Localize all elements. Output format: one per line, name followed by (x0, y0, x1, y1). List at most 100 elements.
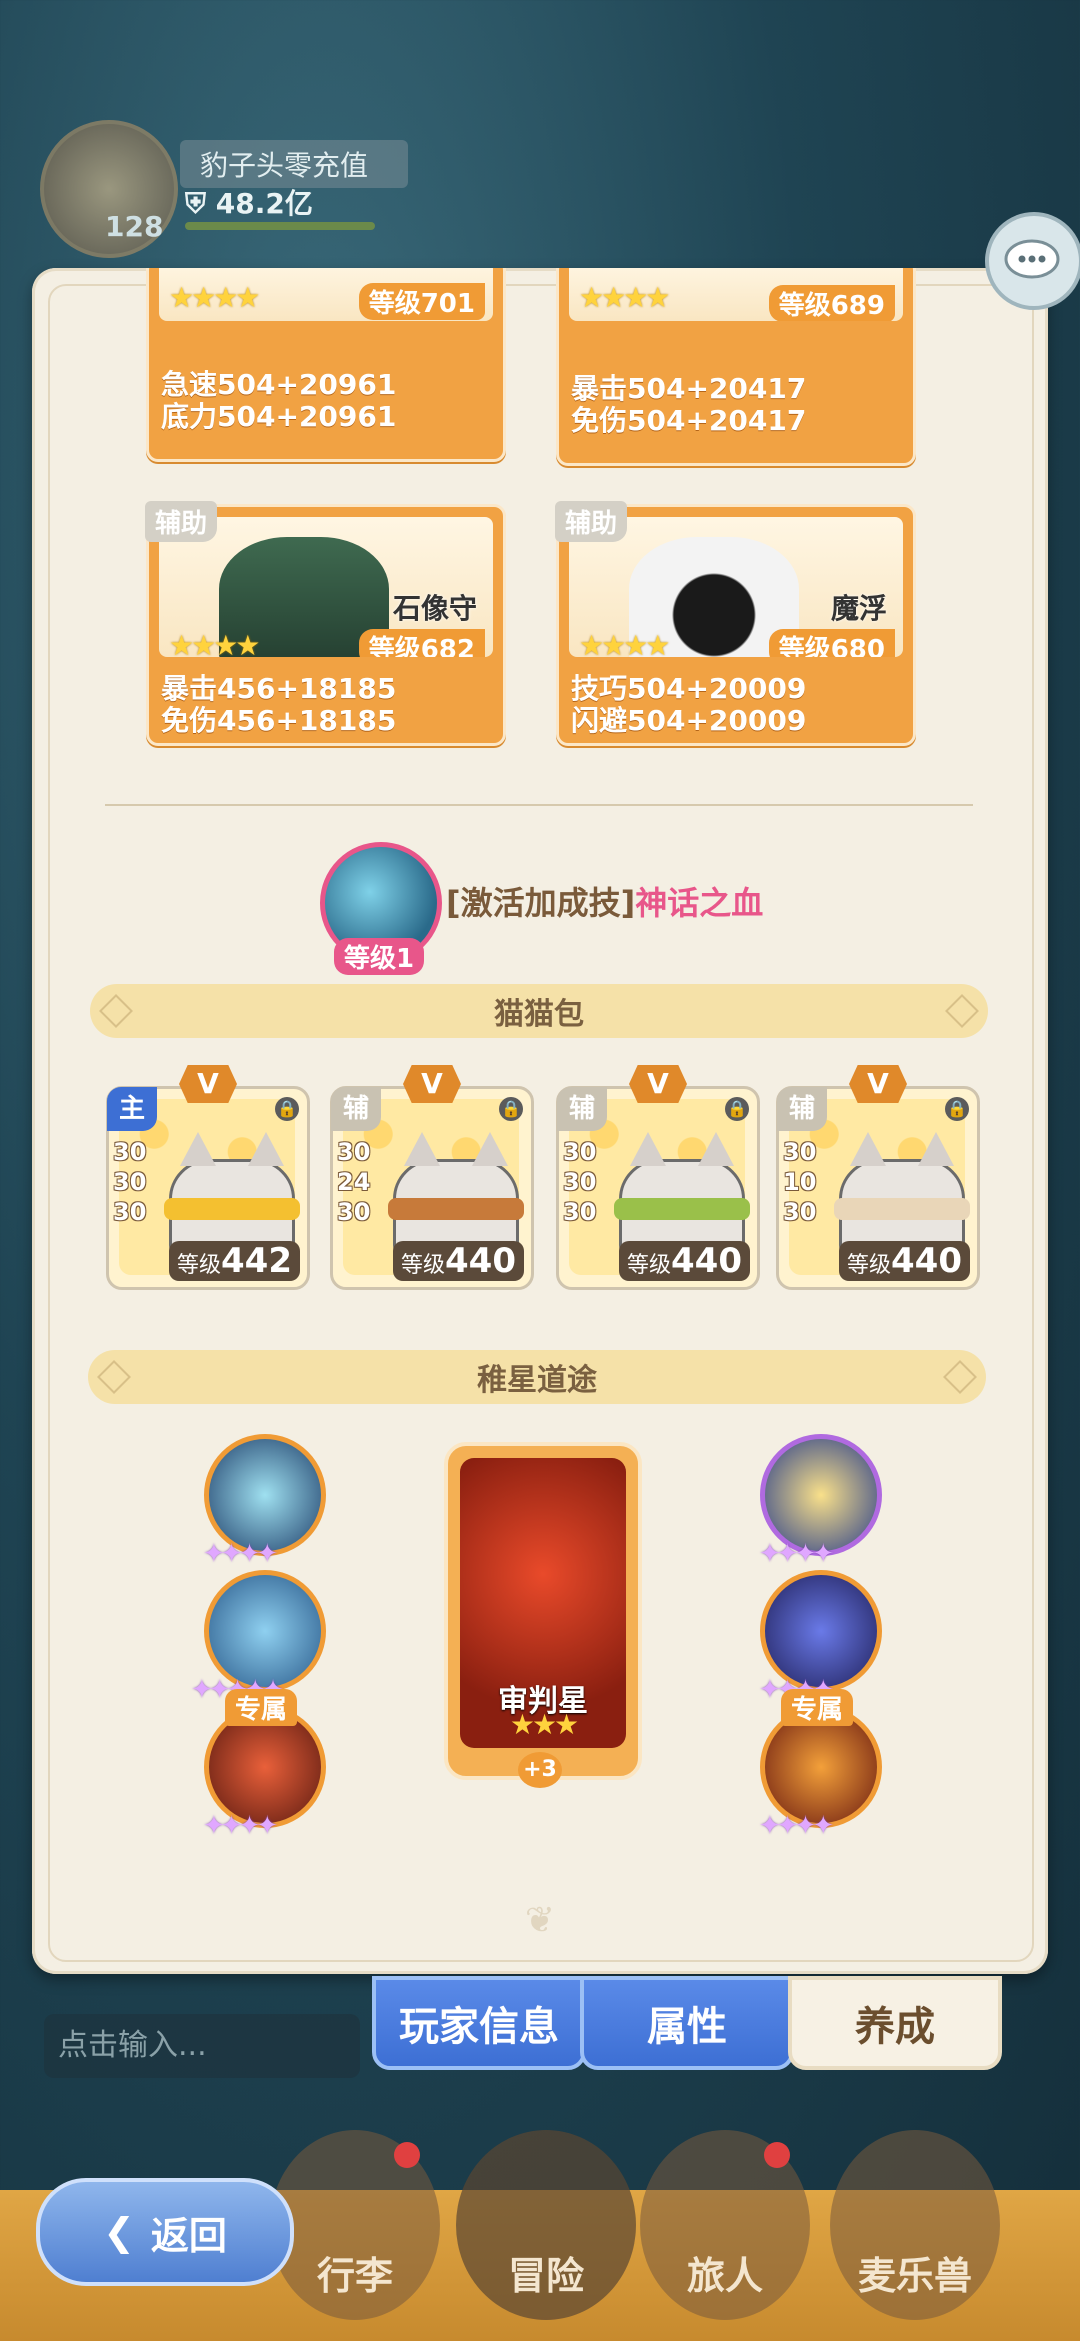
star-path-title: 稚星道途 (477, 1363, 597, 1398)
star-orb-right-1[interactable]: ✦✦✦✦ (759, 1434, 882, 1569)
cat-bag-2[interactable]: 辅 V 🔒 30 24 30 等级440 (330, 1065, 534, 1290)
nav-label: 旅人 (686, 2254, 763, 2298)
bag-level-value: 442 (221, 1241, 292, 1281)
bag-level-prefix: 等级 (847, 1253, 892, 1278)
tab-attributes[interactable]: 属性 (580, 1976, 794, 2070)
nav-merebeast[interactable]: 麦乐兽 (830, 2130, 1000, 2320)
cat-bag-header: 猫猫包 (90, 984, 988, 1038)
bag-number: 24 (337, 1168, 371, 1196)
partner-stat-2: 底力504+20961 (161, 400, 397, 433)
nav-luggage[interactable]: 行李 (270, 2130, 440, 2320)
orb-stars: ✦✦✦✦ (759, 1811, 834, 1841)
lock-icon[interactable]: 🔒 (725, 1097, 749, 1121)
bag-number: 30 (337, 1198, 371, 1226)
partner-name: 石像守 (392, 592, 477, 625)
exclusive-badge: 专属 (225, 1689, 298, 1726)
partner-level: 等级680 (768, 629, 895, 657)
bonus-skill-level: 等级1 (334, 938, 425, 975)
player-profile: 128 豹子头零充值 ⛨ 48.2亿 (20, 110, 420, 260)
exclusive-badge: 专属 (781, 1689, 854, 1726)
bag-role-tag: 辅 (331, 1087, 381, 1131)
cat-bag-3[interactable]: 辅 V 🔒 30 30 30 等级440 (556, 1065, 760, 1290)
diamond-icon (97, 1360, 131, 1394)
bag-level: 等级442 (169, 1241, 300, 1281)
bag-number: 30 (563, 1138, 597, 1166)
power-value: 48.2亿 (215, 187, 313, 220)
star-orb-left-1[interactable]: ✦✦✦✦ (203, 1434, 326, 1569)
bag-numbers: 30 30 30 (113, 1137, 146, 1227)
nav-adventure[interactable]: 冒险 (456, 2130, 636, 2320)
bag-number: 30 (783, 1138, 817, 1166)
chat-bubble-icon[interactable] (985, 212, 1080, 310)
judgement-star-card[interactable]: 审判星 ★★★ (444, 1442, 642, 1780)
bag-v-badge: V (629, 1065, 687, 1103)
bag-numbers: 30 30 30 (563, 1137, 596, 1227)
star-path-header: 稚星道途 (88, 1350, 986, 1404)
nav-label: 冒险 (507, 2254, 584, 2298)
notification-dot-icon (764, 2142, 790, 2168)
partner-stat-2: 免伤456+18185 (161, 704, 397, 737)
partner-card-1[interactable]: ★★★★ 等级701 急速504+20961 底力504+20961 (146, 268, 506, 462)
bag-v-badge: V (403, 1065, 461, 1103)
judgement-star-stars: ★★★ (509, 1708, 579, 1741)
star-orb-right-2[interactable]: ✦✦✦✦ (759, 1570, 882, 1705)
bag-level-value: 440 (445, 1241, 516, 1281)
bag-level: 等级440 (839, 1241, 970, 1281)
nav-traveler[interactable]: 旅人 (640, 2130, 810, 2320)
partner-portrait: ★★★★ 等级689 (569, 268, 903, 321)
diamond-icon (945, 994, 979, 1028)
bag-number: 30 (783, 1198, 817, 1226)
partner-stars: ★★★★ (579, 629, 670, 657)
orb-stars: ✦✦✦✦ (203, 1539, 278, 1569)
nurture-panel[interactable]: ★★★★ 等级701 急速504+20961 底力504+20961 ★★★★ … (32, 268, 1048, 1974)
bag-band (388, 1198, 524, 1220)
chat-input[interactable]: 点击输入... (44, 2014, 360, 2078)
star-orb-left-2[interactable]: ✦✦✦✦✦ (191, 1570, 326, 1705)
partner-role-tag: 辅助 (145, 501, 218, 542)
bag-level: 等级440 (619, 1241, 750, 1281)
diamond-icon (943, 1360, 977, 1394)
bag-number: 30 (113, 1168, 147, 1196)
bag-number: 30 (563, 1198, 597, 1226)
bag-number: 10 (783, 1168, 817, 1196)
star-orb-right-exclusive[interactable]: 专属 ✦✦✦✦ (759, 1689, 882, 1841)
partner-stars: ★★★★ (169, 281, 260, 314)
bonus-skill-name: 神话之血 (635, 884, 764, 922)
bag-v-badge: V (849, 1065, 907, 1103)
bag-number: 30 (337, 1138, 371, 1166)
bag-number: 30 (113, 1198, 147, 1226)
lock-icon[interactable]: 🔒 (275, 1097, 299, 1121)
partner-level: 等级682 (358, 629, 485, 657)
tab-player-info[interactable]: 玩家信息 (372, 1976, 586, 2070)
bag-v-badge: V (179, 1065, 237, 1103)
back-label: 返回 (150, 2213, 227, 2258)
partner-card-3[interactable]: 石像守 ★★★★ 等级682 辅助 暴击456+18185 免伤456+1818… (145, 501, 506, 746)
bag-level-prefix: 等级 (177, 1253, 222, 1278)
partner-stat-2: 闪避504+20009 (571, 704, 807, 737)
notification-dot-icon (394, 2142, 420, 2168)
bag-numbers: 30 10 30 (783, 1137, 816, 1227)
player-exp-bar (185, 222, 375, 230)
bag-number: 30 (113, 1138, 147, 1166)
lock-icon[interactable]: 🔒 (945, 1097, 969, 1121)
back-button[interactable]: ❮ 返回 (36, 2178, 294, 2286)
star-orb-left-exclusive[interactable]: 专属 ✦✦✦✦ (203, 1689, 326, 1841)
bag-band (614, 1198, 750, 1220)
partner-stat-2: 免伤504+20417 (571, 404, 807, 437)
partner-card-4[interactable]: 魔浮 ★★★★ 等级680 辅助 技巧504+20009 闪避504+20009 (555, 501, 916, 746)
partner-card-2[interactable]: ★★★★ 等级689 暴击504+20417 免伤504+20417 (556, 268, 916, 466)
partner-level: 等级689 (768, 285, 895, 321)
bag-role-tag: 辅 (777, 1087, 827, 1131)
bonus-skill-text: [激活加成技]神话之血 (446, 878, 763, 924)
partner-name: 魔浮 (830, 592, 887, 625)
player-power: ⛨ 48.2亿 (185, 187, 313, 220)
cat-bag-4[interactable]: 辅 V 🔒 30 10 30 等级440 (776, 1065, 980, 1290)
partner-stars: ★★★★ (169, 629, 260, 657)
tab-nurture[interactable]: 养成 (788, 1976, 1002, 2070)
panel-ornament-icon: ❦ (524, 1900, 556, 1941)
cat-bag-main[interactable]: 主 V 🔒 30 30 30 等级442 (106, 1065, 310, 1290)
lock-icon[interactable]: 🔒 (499, 1097, 523, 1121)
cat-bag-title: 猫猫包 (494, 997, 584, 1032)
diamond-icon (99, 994, 133, 1028)
nav-label: 麦乐兽 (857, 2254, 972, 2298)
